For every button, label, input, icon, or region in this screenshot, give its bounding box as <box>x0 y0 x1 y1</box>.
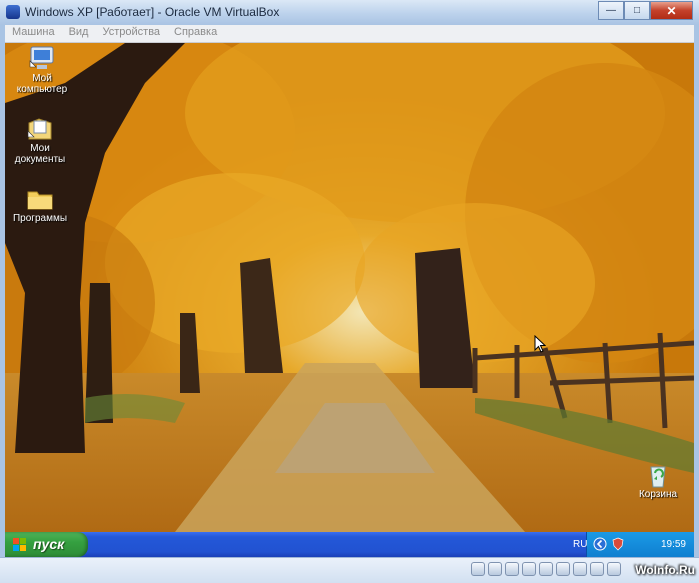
guest-desktop[interactable]: Мой компьютер Мои документы Программы Ко… <box>5 43 694 532</box>
windows-flag-icon <box>13 538 26 551</box>
desktop-icon-recycle-bin[interactable]: Корзина <box>623 461 693 500</box>
mouse-integration-icon[interactable] <box>607 562 621 576</box>
desktop-icon-my-documents[interactable]: Мои документы <box>5 115 75 165</box>
folder-icon <box>25 185 55 213</box>
tray-arrow-icon[interactable] <box>593 537 607 551</box>
host-key-icon[interactable] <box>590 562 604 576</box>
usb-icon[interactable] <box>505 562 519 576</box>
language-indicator[interactable]: RU <box>573 539 587 550</box>
vm-status-bar: WoInfo.Ru <box>0 557 699 583</box>
desktop-icon-label: Мой компьютер <box>16 73 68 95</box>
virtualbox-icon <box>6 5 20 19</box>
menu-bar: Машина Вид Устройства Справка <box>5 25 694 43</box>
start-label: пуск <box>33 536 65 552</box>
window-controls: — □ ✕ <box>598 1 693 20</box>
desktop-icon-programs[interactable]: Программы <box>5 185 75 224</box>
mouse-cursor-icon <box>534 335 546 353</box>
network-icon[interactable] <box>556 562 570 576</box>
menu-devices[interactable]: Устройства <box>95 25 167 42</box>
minimize-button[interactable]: — <box>598 1 624 20</box>
virtualbox-window: Windows XP [Работает] - Oracle VM Virtua… <box>0 0 699 583</box>
menu-machine[interactable]: Машина <box>5 25 62 42</box>
display-icon[interactable] <box>539 562 553 576</box>
close-button[interactable]: ✕ <box>650 1 693 20</box>
menu-view[interactable]: Вид <box>62 25 96 42</box>
shared-folders-icon[interactable] <box>522 562 536 576</box>
window-title: Windows XP [Работает] - Oracle VM Virtua… <box>25 5 280 19</box>
hard-disk-icon[interactable] <box>471 562 485 576</box>
desktop-icon-my-computer[interactable]: Мой компьютер <box>7 45 77 95</box>
computer-icon <box>27 45 57 73</box>
maximize-button[interactable]: □ <box>624 1 650 20</box>
watermark: WoInfo.Ru <box>635 563 695 577</box>
desktop-icon-label: Корзина <box>638 489 678 500</box>
menu-help[interactable]: Справка <box>167 25 224 42</box>
autumn-wallpaper <box>5 43 694 532</box>
system-tray: RU 19:59 <box>573 532 694 557</box>
start-button[interactable]: пуск <box>5 532 88 557</box>
optical-drive-icon[interactable] <box>488 562 502 576</box>
record-icon[interactable] <box>573 562 587 576</box>
desktop-icon-label: Мои документы <box>14 143 66 165</box>
documents-icon <box>25 115 55 143</box>
recycle-bin-icon <box>643 461 673 489</box>
desktop-icon-label: Программы <box>12 213 68 224</box>
title-bar[interactable]: Windows XP [Работает] - Oracle VM Virtua… <box>0 0 699 25</box>
clock[interactable]: 19:59 <box>661 539 686 550</box>
taskbar: пуск RU 19:59 <box>5 532 694 557</box>
security-icon[interactable] <box>611 537 625 551</box>
